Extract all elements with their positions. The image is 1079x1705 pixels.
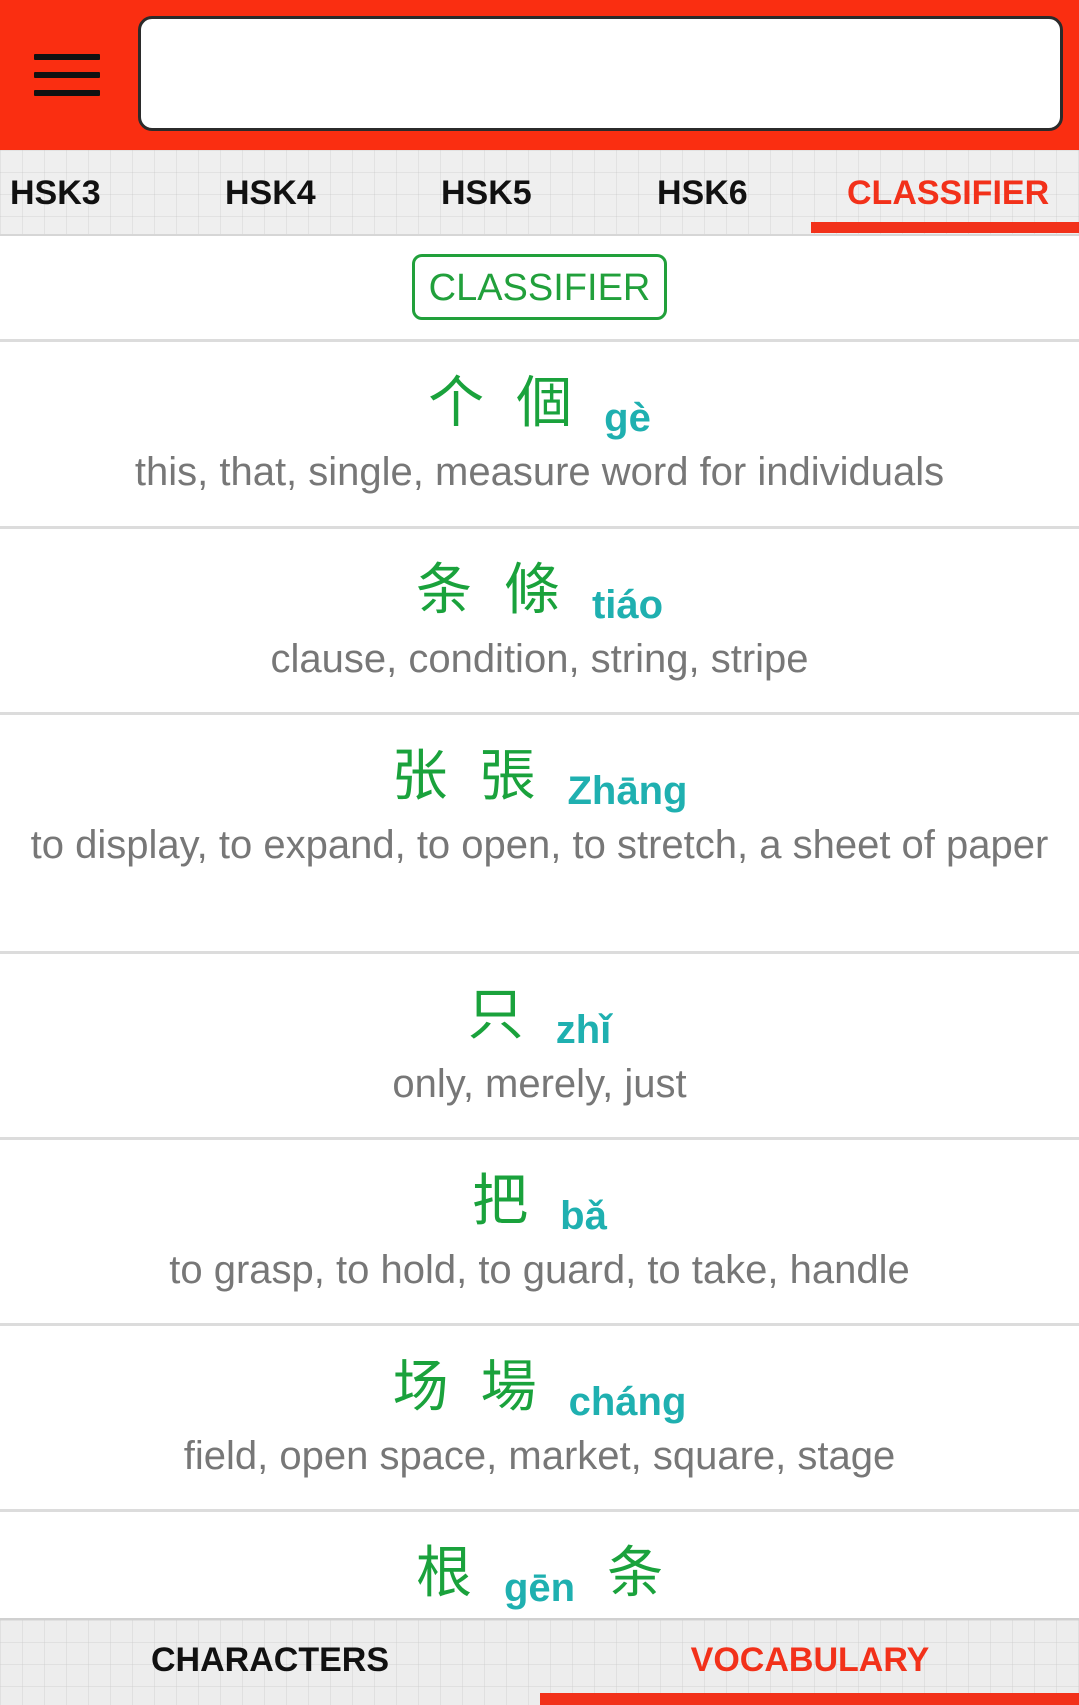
entry-head: 根 gēn 条 [30, 1532, 1049, 1616]
character: 把 [472, 1169, 529, 1234]
tab-hsk3[interactable]: HSK3 [10, 150, 101, 236]
section-header: CLASSIFIER [0, 236, 1079, 342]
meaning: this, that, single, measure word for ind… [134, 450, 945, 494]
tab-vocabulary[interactable]: VOCABULARY [540, 1620, 1079, 1700]
simplified-character: 场 [392, 1355, 449, 1420]
search-input[interactable] [138, 16, 1063, 131]
list-item[interactable]: 场場 cháng field, open space, market, squar… [0, 1326, 1079, 1512]
list-item[interactable]: 条條 tiáo clause, condition, string, stripe [0, 529, 1079, 715]
entry-head: 个個 gè [30, 362, 1049, 446]
meaning: to display, to expand, to open, to stret… [30, 823, 1049, 867]
list-item[interactable]: 根 gēn 条 [0, 1512, 1079, 1618]
entry-head: 条條 tiáo [30, 549, 1049, 633]
entry-head: 只 zhǐ [30, 974, 1049, 1058]
traditional-character: 條 [503, 558, 560, 623]
tab-hsk4[interactable]: HSK4 [225, 150, 316, 236]
simplified-character: 条 [415, 558, 472, 623]
traditional-character: 場 [480, 1355, 537, 1420]
simplified-character: 个 [428, 371, 485, 436]
list-item[interactable]: 只 zhǐ only, merely, just [0, 954, 1079, 1140]
meaning: to grasp, to hold, to guard, to take, ha… [169, 1248, 910, 1292]
menu-line [34, 90, 100, 96]
menu-line [34, 54, 100, 60]
active-bottom-tab-indicator [540, 1693, 1079, 1705]
character: 只 [467, 983, 524, 1048]
active-tab-indicator [811, 222, 1079, 233]
app-screen: HSK3 HSK4 HSK5 HSK6 CLASSIFIER CLASSIFIE… [0, 0, 1079, 1705]
word-list[interactable]: CLASSIFIER 个個 gè this, that, single, meas… [0, 236, 1079, 1618]
tab-characters[interactable]: CHARACTERS [0, 1620, 540, 1700]
meaning: only, merely, just [392, 1062, 687, 1106]
list-item[interactable]: 张張 Zhāng to display, to expand, to open, … [0, 715, 1079, 954]
menu-line [34, 72, 100, 78]
tab-hsk6[interactable]: HSK6 [657, 150, 748, 236]
related-character: 条 [607, 1541, 664, 1606]
hamburger-menu-icon[interactable] [34, 50, 100, 100]
bottom-tab-bar: CHARACTERS VOCABULARY [0, 1618, 1079, 1705]
list-item[interactable]: 把 bǎ to grasp, to hold, to guard, to take… [0, 1140, 1079, 1326]
entry-head: 场場 cháng [30, 1346, 1049, 1430]
entry-head: 把 bǎ [30, 1160, 1049, 1244]
traditional-character: 張 [479, 744, 536, 809]
pinyin: gēn [503, 1566, 576, 1610]
section-badge: CLASSIFIER [411, 254, 668, 320]
entry-head: 张張 Zhāng [30, 735, 1049, 819]
traditional-character: 個 [516, 371, 573, 436]
list-item[interactable]: 个個 gè this, that, single, measure word fo… [0, 342, 1079, 529]
tab-hsk5[interactable]: HSK5 [441, 150, 532, 236]
meaning: field, open space, market, square, stage [183, 1434, 896, 1478]
simplified-character: 张 [391, 744, 448, 809]
app-bar [0, 0, 1079, 150]
meaning: clause, condition, string, stripe [270, 637, 809, 681]
character: 根 [415, 1541, 472, 1606]
